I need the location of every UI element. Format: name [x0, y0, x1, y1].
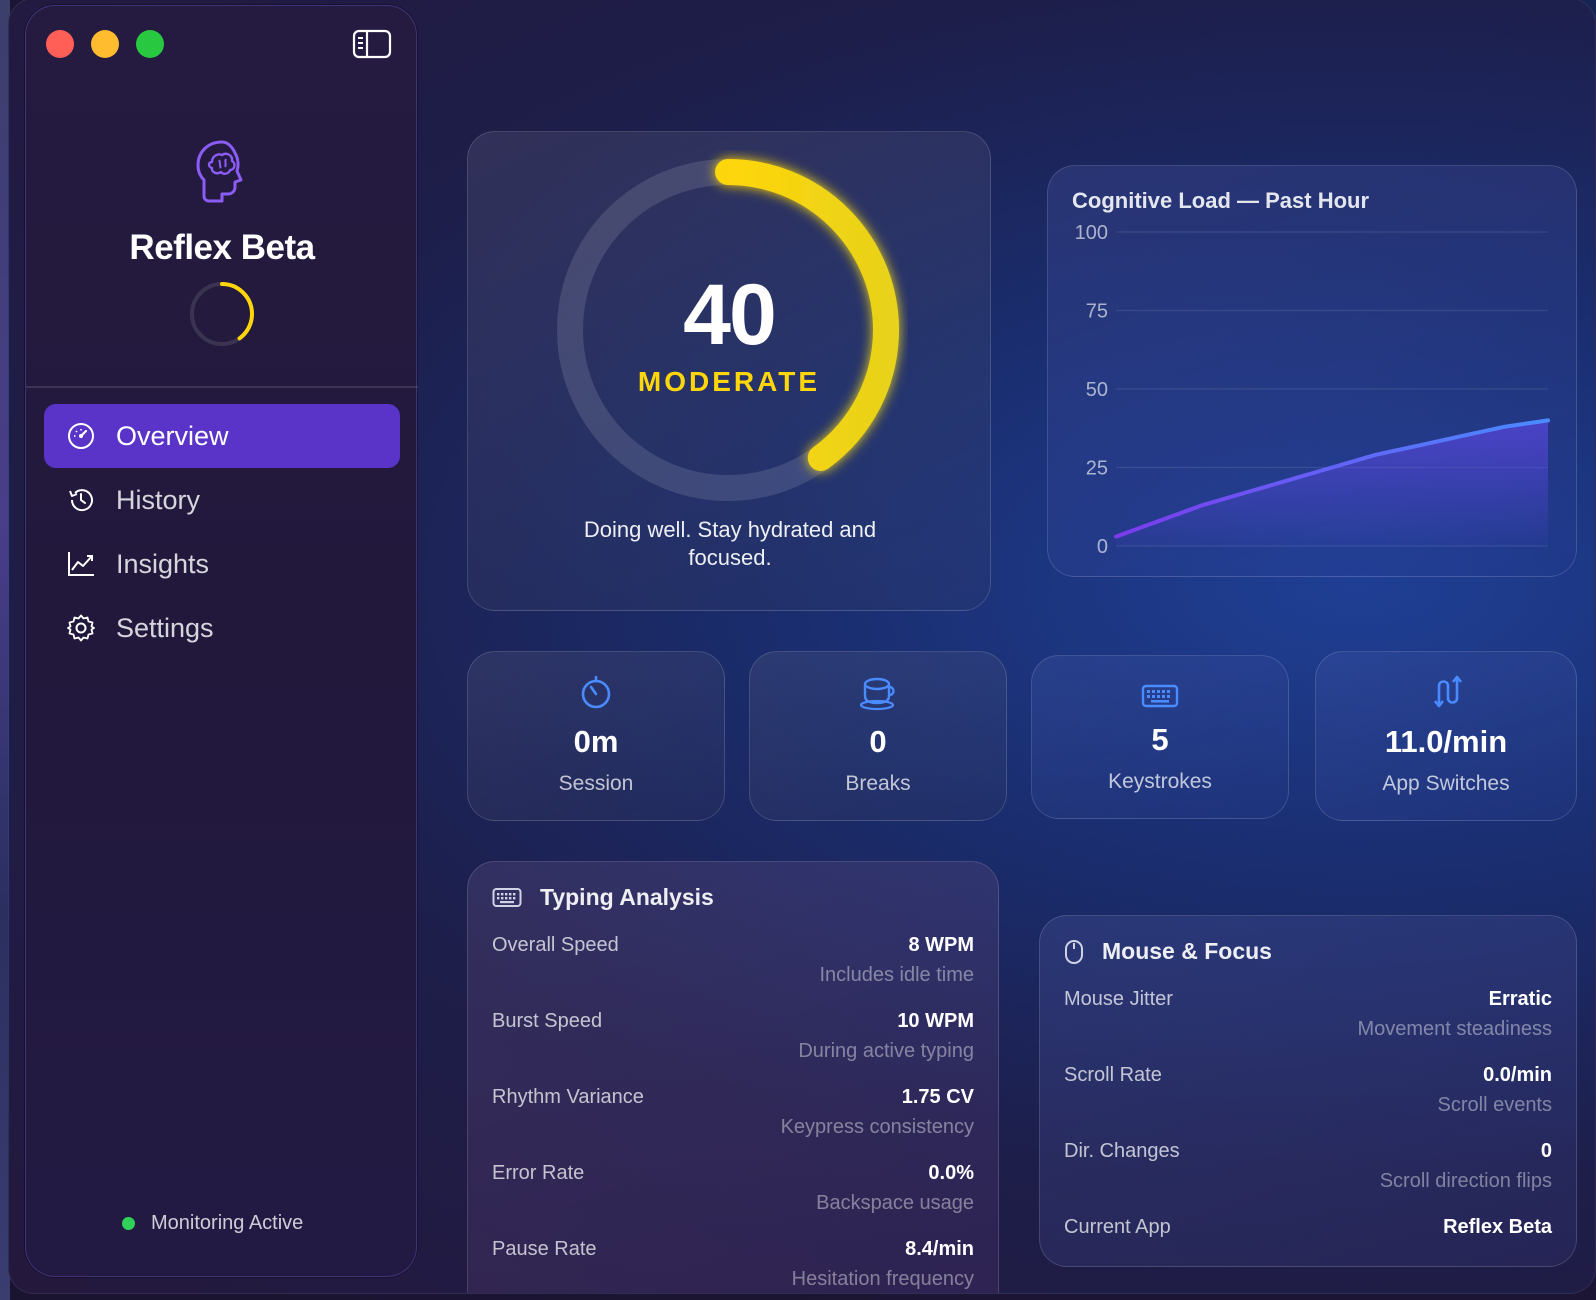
metric-subtitle: Hesitation frequency: [791, 1268, 974, 1290]
metric-subtitle: Includes idle time: [819, 964, 974, 986]
metric-subtitle: Scroll direction flips: [1379, 1170, 1552, 1192]
keyboard-icon: [1141, 684, 1179, 708]
app-switches-stat-card: 11.0/min App Switches: [1315, 651, 1577, 821]
status-label: Monitoring Active: [151, 1212, 304, 1234]
history-icon: [69, 489, 93, 512]
metric-value: 0.0%: [928, 1162, 974, 1184]
mouse-focus-header: Mouse & Focus: [1064, 938, 1272, 965]
metric-value: 0: [1540, 1140, 1552, 1162]
mouse-icon: [1065, 939, 1083, 964]
monitoring-status: Monitoring Active: [122, 1212, 303, 1235]
metric-value: 8.4/min: [905, 1238, 974, 1260]
app-title: Reflex Beta: [129, 228, 315, 267]
app-switches-value: 11.0/min: [1384, 724, 1508, 759]
sidebar-item-insights[interactable]: Insights: [44, 532, 400, 596]
metric-error-rate: Error Rate 0.0% Backspace usage: [492, 1162, 974, 1232]
cognitive-load-gauge-card: 40 MODERATE Doing well. Stay hydrated an…: [467, 131, 991, 611]
sidebar: Reflex Beta Overview History Insights Se…: [25, 5, 418, 1277]
gauge-icon: [68, 423, 94, 449]
sidebar-item-settings[interactable]: Settings: [44, 596, 400, 660]
keystrokes-stat-card: 5 Keystrokes: [1031, 655, 1289, 819]
minimize-window-button[interactable]: [91, 30, 119, 58]
coffee-cup-icon: [859, 677, 895, 711]
load-message: Doing well. Stay hydrated and focused.: [583, 517, 877, 570]
y-tick-label: 0: [1097, 536, 1108, 558]
switch-arrows-icon: [1433, 675, 1463, 708]
metric-current-app: Current App Reflex Beta: [1064, 1216, 1552, 1286]
sidebar-item-label: Overview: [116, 420, 229, 451]
y-tick-label: 50: [1086, 379, 1108, 401]
sidebar-item-label: Insights: [116, 548, 210, 579]
mouse-focus-panel: Mouse & Focus Mouse Jitter Erratic Movem…: [1039, 915, 1577, 1267]
metric-value: 0.0/min: [1483, 1064, 1552, 1086]
metric-subtitle: Scroll events: [1437, 1094, 1553, 1116]
metric-value: Reflex Beta: [1443, 1216, 1552, 1238]
metric-subtitle: Backspace usage: [816, 1192, 974, 1214]
metric-name: Dir. Changes: [1064, 1140, 1180, 1162]
metric-pause-rate: Pause Rate 8.4/min Hesitation frequency: [492, 1238, 974, 1293]
sidebar-item-label: Settings: [116, 612, 214, 643]
gear-icon: [67, 614, 95, 642]
metric-value: 10 WPM: [897, 1010, 974, 1032]
metric-name: Mouse Jitter: [1064, 988, 1173, 1010]
metric-scroll-rate: Scroll Rate 0.0/min Scroll events: [1064, 1064, 1552, 1134]
close-window-button[interactable]: [46, 30, 74, 58]
metric-subtitle: Keypress consistency: [780, 1116, 974, 1138]
y-tick-label: 75: [1086, 301, 1108, 323]
y-tick-label: 25: [1086, 458, 1108, 480]
keyboard-icon: [492, 887, 522, 907]
app-switches-label: App Switches: [1382, 772, 1510, 795]
metric-mouse-jitter: Mouse Jitter Erratic Movement steadiness: [1064, 988, 1552, 1058]
session-label: Session: [558, 772, 634, 795]
metric-value: 1.75 CV: [901, 1086, 974, 1108]
metric-name: Burst Speed: [492, 1010, 603, 1032]
breaks-stat-card: 0 Breaks: [749, 651, 1007, 821]
metric-name: Current App: [1064, 1216, 1171, 1238]
keystrokes-label: Keystrokes: [1108, 770, 1212, 793]
app-window: Reflex Beta Overview History Insights Se…: [8, 0, 1596, 1294]
session-value: 0m: [573, 724, 619, 759]
mini-load-ring: [190, 282, 254, 346]
session-stat-card: 0m Session: [467, 651, 725, 821]
sidebar-item-label: History: [116, 484, 201, 515]
typing-analysis-header: Typing Analysis: [492, 884, 714, 911]
sidebar-item-history[interactable]: History: [44, 468, 400, 532]
load-level: MODERATE: [637, 366, 821, 397]
breaks-value: 0: [869, 724, 887, 759]
sidebar-nav: Overview History Insights Settings: [44, 404, 400, 660]
typing-analysis-panel: Typing Analysis Overall Speed 8 WPM Incl…: [467, 861, 999, 1293]
metric-name: Error Rate: [492, 1162, 585, 1184]
timer-icon: [581, 675, 611, 709]
metric-burst-speed: Burst Speed 10 WPM During active typing: [492, 1010, 974, 1080]
mouse-focus-title: Mouse & Focus: [1102, 938, 1272, 964]
metric-name: Overall Speed: [492, 934, 619, 956]
brain-head-icon: [196, 140, 243, 203]
status-dot: [122, 1217, 135, 1230]
sidebar-divider: [26, 386, 418, 388]
metric-name: Rhythm Variance: [492, 1086, 644, 1108]
metric-rhythm-variance: Rhythm Variance 1.75 CV Keypress consist…: [492, 1086, 974, 1156]
metric-value: Erratic: [1488, 988, 1552, 1010]
metric-subtitle: During active typing: [798, 1040, 974, 1062]
metric-name: Scroll Rate: [1064, 1064, 1162, 1086]
metric-subtitle: Movement steadiness: [1357, 1018, 1552, 1040]
metric-value: 8 WPM: [908, 934, 974, 956]
chart-area-fill: [1116, 420, 1548, 546]
cognitive-load-chart: 0 25 50 75 100: [1075, 222, 1550, 558]
chart-line-icon: [68, 552, 94, 576]
sidebar-toggle-icon[interactable]: [352, 28, 392, 60]
metric-direction-changes: Dir. Changes 0 Scroll direction flips: [1064, 1140, 1552, 1210]
breaks-label: Breaks: [845, 772, 911, 795]
zoom-window-button[interactable]: [136, 30, 164, 58]
metric-overall-speed: Overall Speed 8 WPM Includes idle time: [492, 934, 974, 1004]
cognitive-load-chart-card: Cognitive Load — Past Hour 0 25 50 75 100: [1047, 165, 1577, 577]
metric-name: Pause Rate: [492, 1238, 597, 1260]
typing-analysis-title: Typing Analysis: [540, 884, 714, 910]
sidebar-item-overview[interactable]: Overview: [44, 404, 400, 468]
y-tick-label: 100: [1075, 222, 1108, 244]
keystrokes-value: 5: [1151, 722, 1169, 757]
load-score: 40: [683, 267, 777, 363]
